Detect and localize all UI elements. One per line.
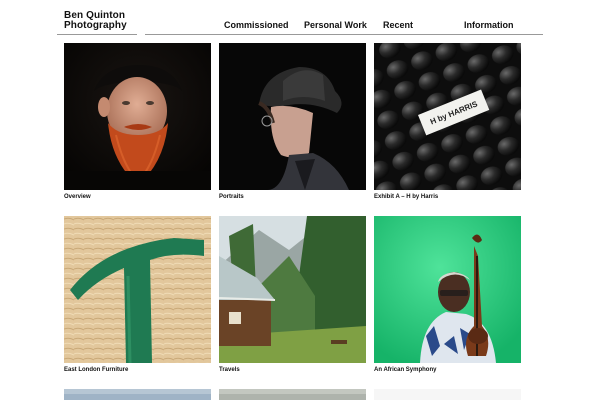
padded-fabric-photo: H by HARRIS [374, 43, 521, 190]
gallery-item-overview[interactable]: Overview [64, 43, 211, 200]
gallery-caption[interactable]: Overview [64, 194, 91, 201]
gallery-item-portraits[interactable]: Portraits [219, 43, 366, 200]
gallery-item-partial[interactable] [219, 388, 366, 400]
logo-divider [57, 34, 137, 35]
gallery-thumbnail[interactable] [219, 43, 366, 190]
page: Ben Quinton Photography Commissioned Per… [0, 0, 600, 400]
nav-item-personal-work[interactable]: Personal Work [304, 20, 367, 30]
gallery-caption[interactable]: Exhibit A – H by Harris [374, 194, 438, 201]
site-logo[interactable]: Ben Quinton Photography [64, 11, 127, 31]
site-title-line2: Photography [64, 20, 127, 31]
gallery-item-travels[interactable]: Travels [219, 216, 366, 373]
gallery-caption[interactable]: East London Furniture [64, 367, 128, 374]
partial-photo-light [374, 389, 521, 400]
gallery-item-african-symphony[interactable]: An African Symphony [374, 216, 521, 373]
portrait-red-bearded-man-photo [64, 43, 211, 190]
gallery-thumbnail[interactable] [64, 216, 211, 363]
alpine-cabin-photo [219, 216, 366, 363]
gallery-caption[interactable]: Portraits [219, 194, 244, 201]
gallery-item-east-london-furniture[interactable]: East London Furniture [64, 216, 211, 373]
nav-divider [145, 34, 543, 35]
gallery-thumbnail[interactable] [374, 216, 521, 363]
partial-photo-sky [64, 389, 211, 400]
wood-shavings-photo [64, 216, 211, 363]
gallery-thumbnail[interactable]: H by HARRIS [374, 43, 521, 190]
gallery-thumbnail[interactable] [219, 216, 366, 363]
gallery-item-partial[interactable] [64, 388, 211, 400]
partial-photo-gray [219, 389, 366, 400]
portrait-man-in-hat-photo [219, 43, 366, 190]
double-bass-player-photo [374, 216, 521, 363]
nav-item-commissioned[interactable]: Commissioned [224, 20, 289, 30]
gallery-item-exhibit-a[interactable]: H by HARRIS Exhibit A – H by Harris [374, 43, 521, 200]
gallery-caption[interactable]: Travels [219, 367, 240, 374]
nav-item-information[interactable]: Information [464, 20, 514, 30]
nav-item-recent[interactable]: Recent [383, 20, 413, 30]
gallery-caption[interactable]: An African Symphony [374, 367, 436, 374]
gallery-item-partial[interactable] [374, 388, 521, 400]
gallery-thumbnail[interactable] [64, 43, 211, 190]
